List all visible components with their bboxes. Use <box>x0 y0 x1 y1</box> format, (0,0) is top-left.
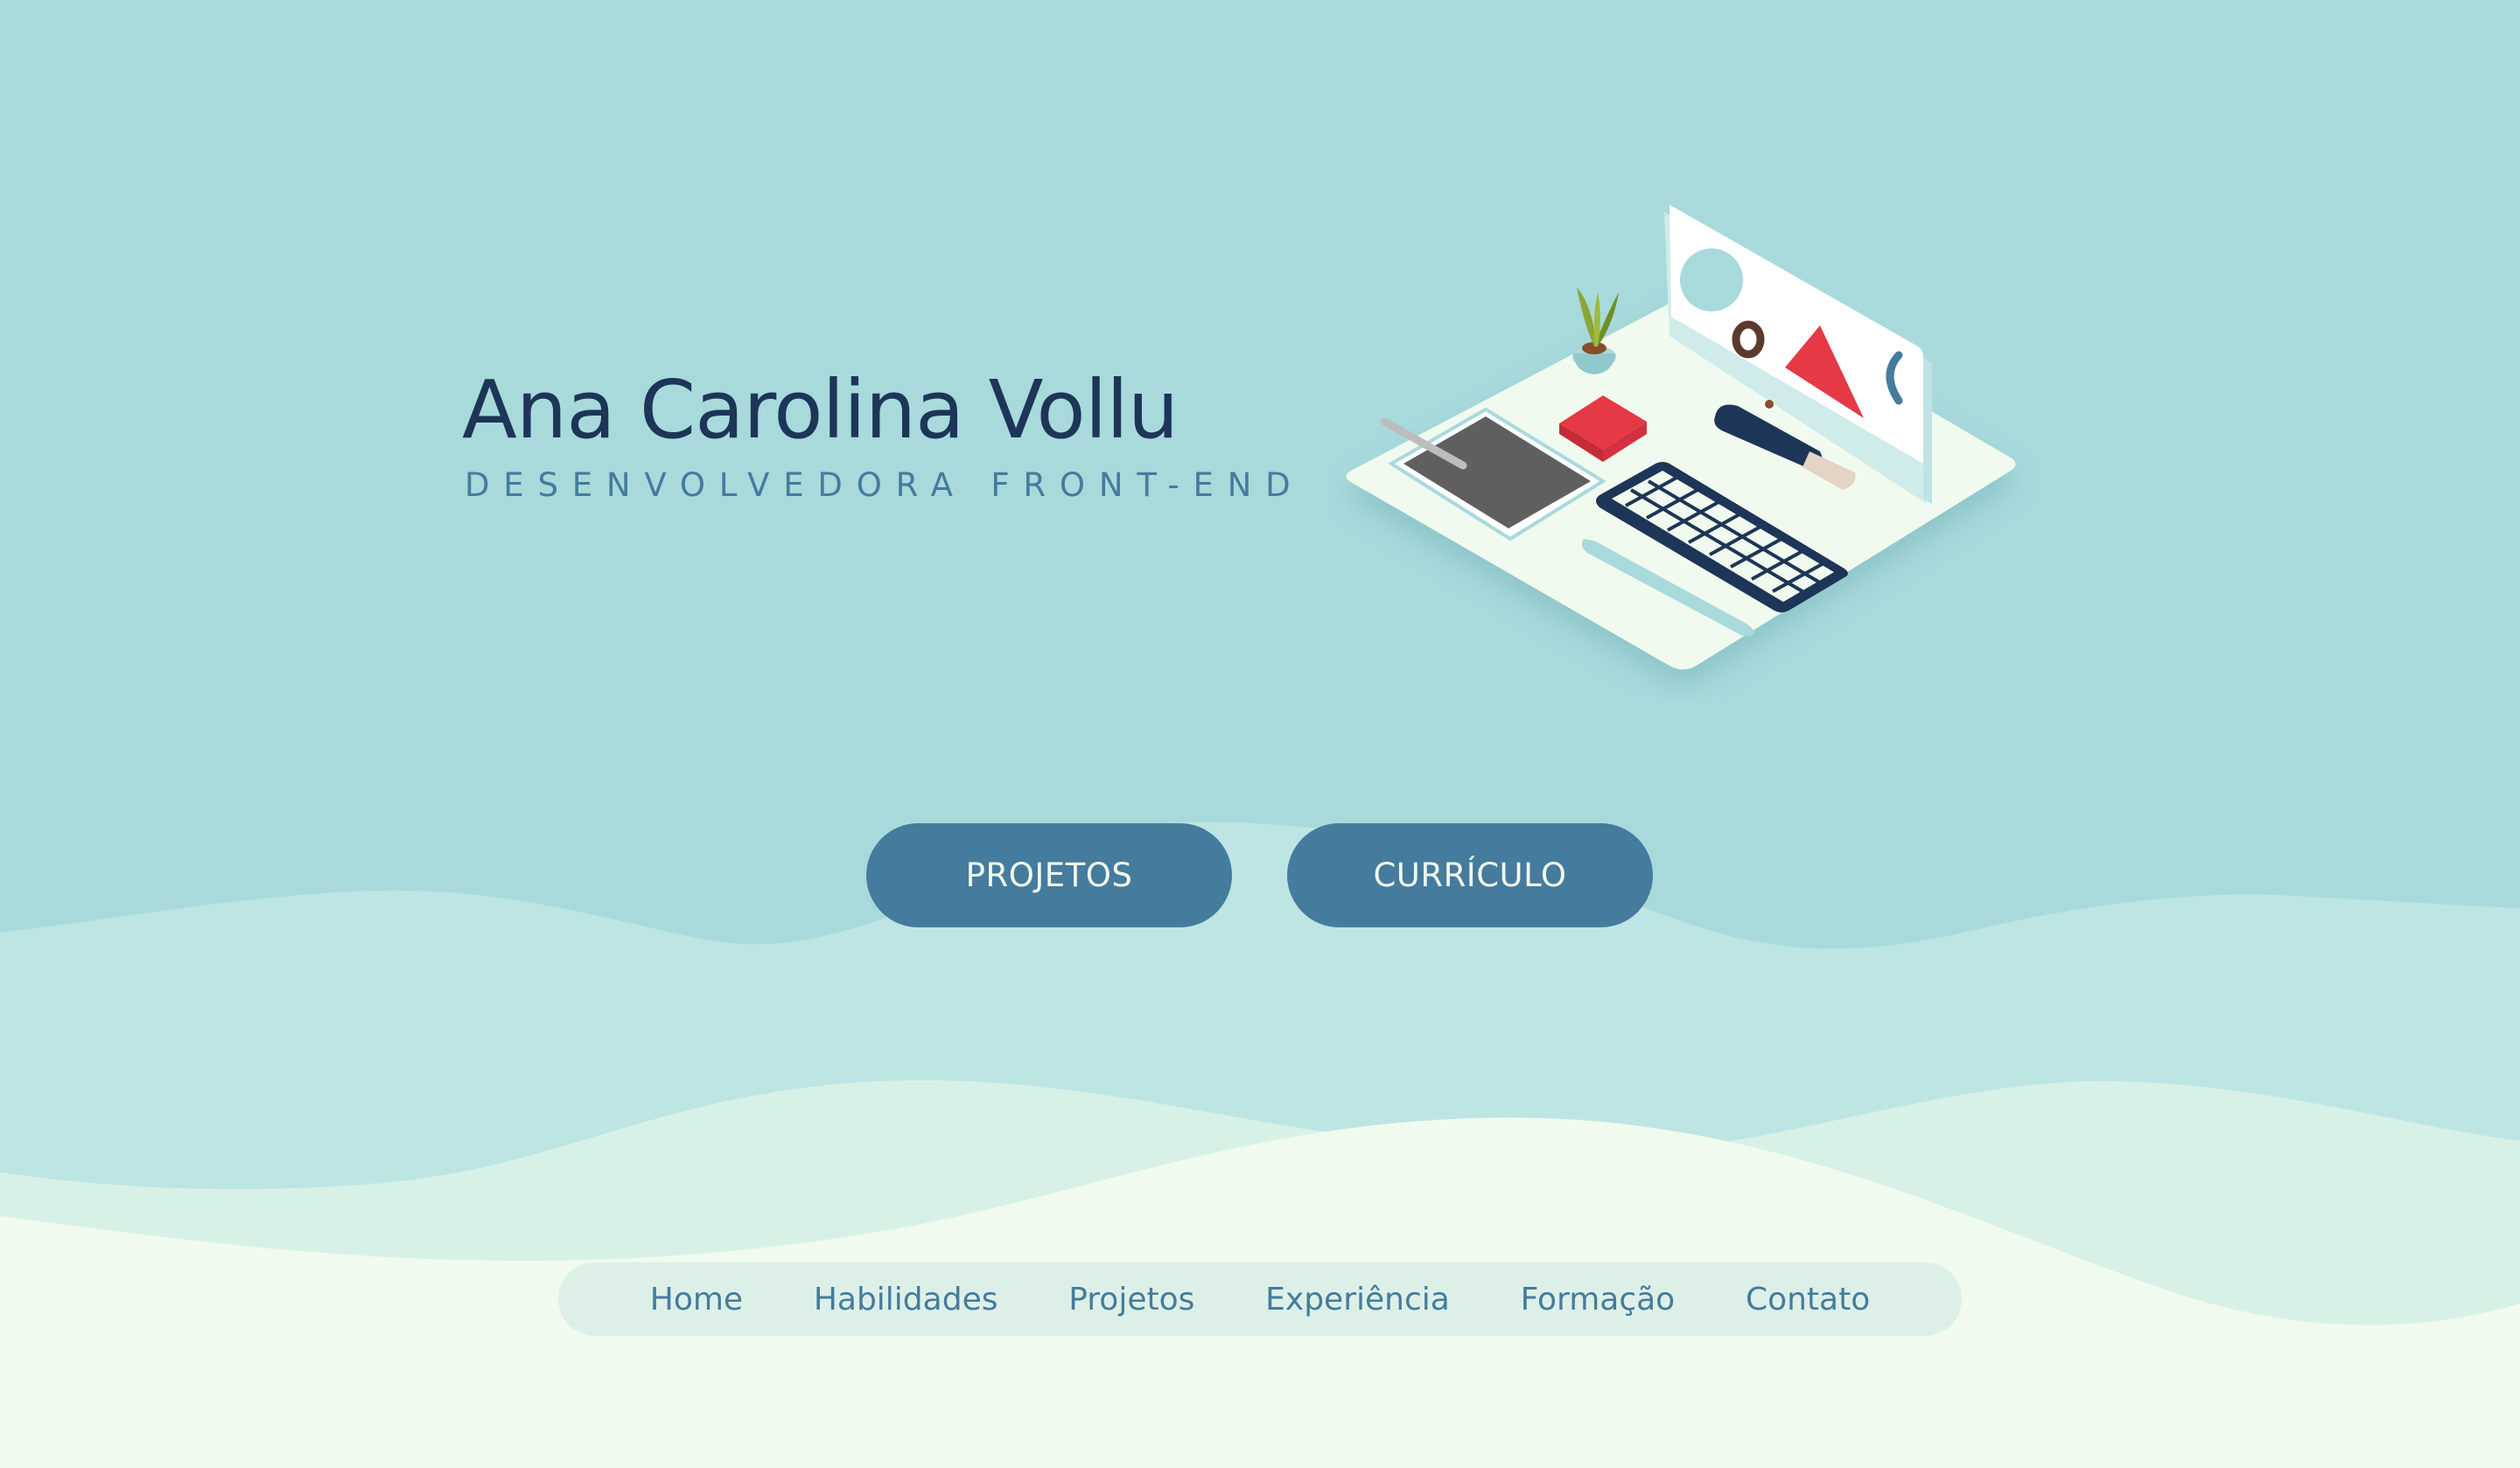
nav-item-skills[interactable]: Habilidades <box>814 1282 998 1318</box>
hero-text: Ana Carolina Vollu DESENVOLVEDORA FRONT-… <box>462 366 1304 504</box>
projects-button[interactable]: PROJETOS <box>866 823 1232 927</box>
nav-item-contact[interactable]: Contato <box>1746 1282 1870 1318</box>
hero-role: DESENVOLVEDORA FRONT-END <box>465 466 1305 505</box>
nav-item-experience[interactable]: Experiência <box>1265 1282 1450 1318</box>
landing-page: Ana Carolina Vollu DESENVOLVEDORA FRONT-… <box>0 0 2520 1468</box>
nav-item-home[interactable]: Home <box>650 1282 743 1318</box>
background-waves <box>0 821 2520 1468</box>
nav-item-projects[interactable]: Projetos <box>1068 1282 1194 1318</box>
hero-name: Ana Carolina Vollu <box>462 363 1179 457</box>
workspace-illustration-icon <box>1346 205 2016 670</box>
main-nav: Home Habilidades Projetos Experiência Fo… <box>558 1262 1962 1336</box>
nav-item-education[interactable]: Formação <box>1521 1282 1676 1318</box>
resume-button[interactable]: CURRÍCULO <box>1287 823 1653 927</box>
plant <box>1572 287 1619 374</box>
